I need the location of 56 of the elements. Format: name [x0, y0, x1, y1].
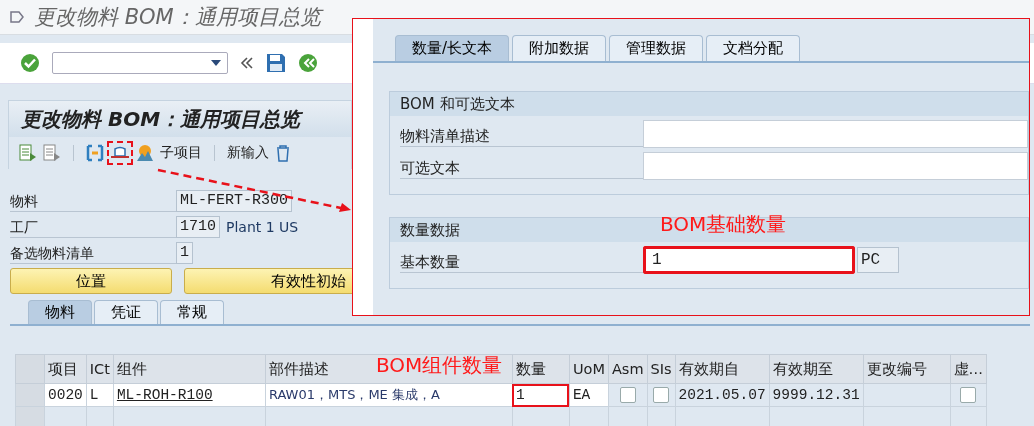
input-field[interactable]: 1 — [176, 241, 193, 264]
tab[interactable]: 常规 — [160, 300, 224, 324]
confirm-icon[interactable] — [20, 53, 40, 73]
table-cell[interactable]: ML-ROH-R100 — [113, 383, 266, 407]
checkbox[interactable] — [653, 387, 670, 403]
save-icon[interactable] — [266, 53, 286, 73]
exit-icon[interactable] — [10, 11, 24, 23]
column-header: UoM — [569, 354, 609, 384]
column-header: 组件 — [113, 354, 266, 384]
annotation-text: BOM组件数量 — [376, 352, 503, 379]
group-title: BOM 和可选文本 — [390, 92, 1028, 116]
command-field[interactable] — [52, 52, 228, 74]
list-icon[interactable] — [19, 144, 37, 162]
field-label: 可选文本 — [400, 153, 643, 179]
back-icon[interactable] — [298, 53, 318, 73]
column-header: 虚… — [950, 354, 987, 384]
field-label: 物料清单描述 — [400, 121, 643, 147]
tab[interactable]: 附加数据 — [512, 35, 607, 61]
subitem-button[interactable]: 子项目 — [160, 144, 202, 162]
screen-title: 更改物料 BOM：通用项目总览 — [9, 101, 351, 137]
bracket-icon[interactable] — [86, 144, 104, 162]
quantity-cell[interactable]: 1 — [512, 383, 570, 407]
column-header: 项目 — [44, 354, 87, 384]
new-entry-button[interactable]: 新输入 — [227, 144, 269, 162]
tab[interactable]: 数量/长文本 — [395, 35, 510, 61]
column-header: 数量 — [512, 354, 570, 384]
annotation-text: BOM基础数量 — [660, 211, 787, 238]
position-button[interactable]: 位置 — [10, 268, 172, 294]
mountain-icon[interactable] — [136, 144, 154, 162]
input-field[interactable] — [643, 120, 1028, 148]
field-label: 基本数量 — [400, 247, 643, 273]
trash-icon[interactable] — [275, 144, 291, 162]
tab[interactable]: 文档分配 — [706, 35, 801, 61]
checkbox[interactable] — [960, 387, 977, 403]
unit-field: PC — [857, 247, 899, 273]
column-header: SIs — [647, 354, 676, 384]
column-header: Asm — [608, 354, 647, 384]
list-icon[interactable] — [43, 144, 61, 162]
tab[interactable]: 物料 — [28, 300, 92, 324]
input-field[interactable]: 1 — [643, 246, 855, 274]
input-field[interactable] — [643, 152, 1028, 180]
tab[interactable]: 管理数据 — [609, 35, 704, 61]
column-header: 更改编号 — [863, 354, 951, 384]
input-field[interactable]: ML-FERT-R300 — [176, 189, 293, 212]
validity-button[interactable]: 有效性初始 — [184, 268, 352, 294]
table-cell: RAW01，MTS，ME 集成，A — [265, 383, 513, 407]
field-description: Plant 1 US — [226, 218, 299, 235]
dropdown-caret-icon[interactable] — [211, 60, 221, 66]
hat-icon[interactable] — [110, 144, 130, 162]
column-header: 有效期自 — [675, 354, 770, 384]
tab[interactable]: 凭证 — [94, 300, 158, 324]
column-header: 有效期至 — [769, 354, 864, 384]
input-field[interactable]: 1710 — [176, 215, 220, 238]
column-header: ICt — [86, 354, 114, 384]
collapse-icon[interactable] — [240, 57, 254, 69]
checkbox[interactable] — [619, 387, 636, 403]
